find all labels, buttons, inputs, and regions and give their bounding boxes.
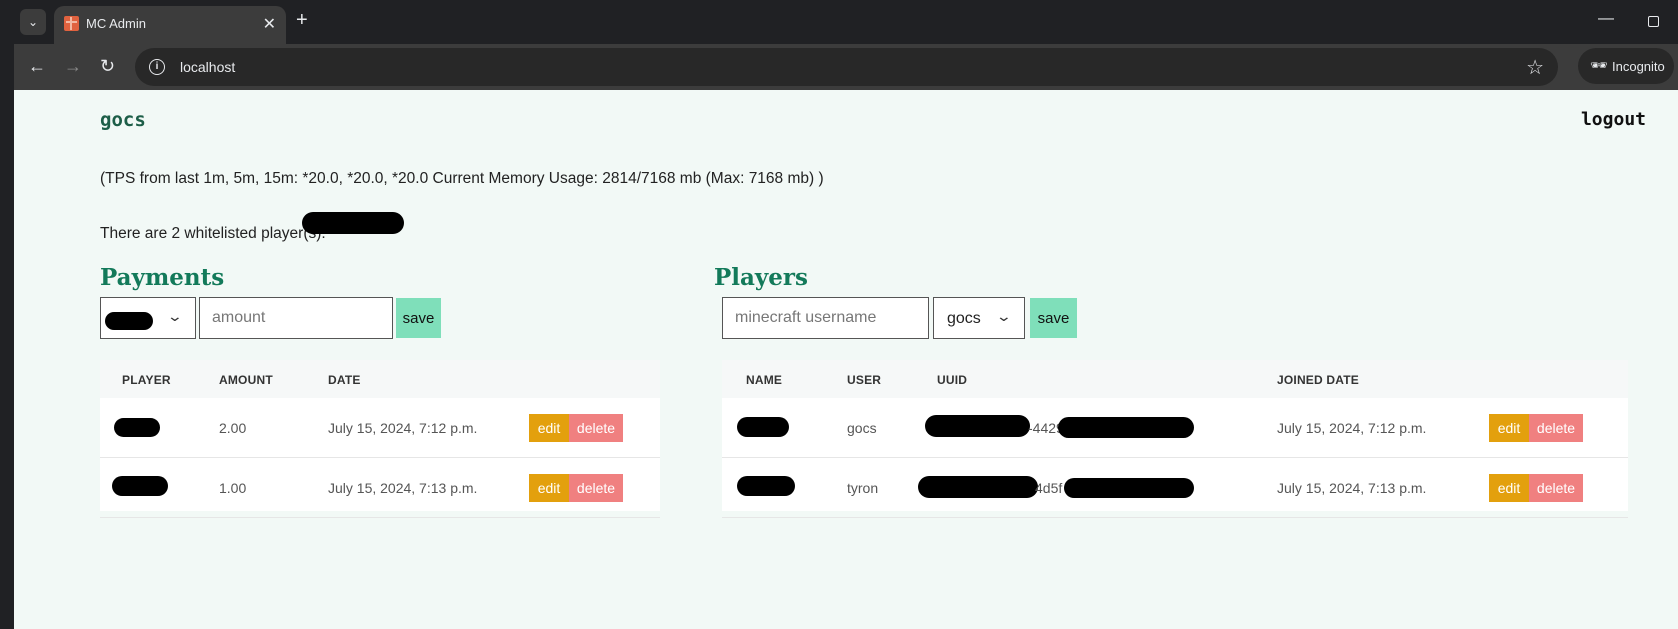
incognito-label: Incognito bbox=[1612, 59, 1665, 74]
payment-amount: 2.00 bbox=[219, 420, 247, 436]
redacted-player bbox=[105, 312, 153, 330]
selected-user: gocs bbox=[947, 310, 981, 327]
browser-tab-bar: ⌄ MC Admin ✕ + — bbox=[0, 0, 1678, 44]
tab-title: MC Admin bbox=[86, 16, 146, 31]
site-info-icon[interactable]: i bbox=[149, 59, 165, 75]
favicon-icon bbox=[64, 16, 79, 31]
incognito-icon: 🕶 bbox=[1590, 57, 1608, 73]
forward-icon[interactable]: → bbox=[64, 56, 82, 77]
table-row: tyron 4d5f July 15, 2024, 7:13 p.m. edit… bbox=[722, 458, 1628, 518]
delete-button[interactable]: delete bbox=[569, 414, 623, 442]
save-payment-button[interactable]: save bbox=[396, 298, 441, 338]
payments-table-header: PLAYER AMOUNT DATE bbox=[100, 360, 660, 398]
players-title: Players bbox=[714, 264, 808, 291]
column-header: NAME bbox=[746, 373, 783, 387]
reload-icon[interactable]: ↻ bbox=[100, 56, 115, 77]
close-tab-icon[interactable]: ✕ bbox=[263, 14, 276, 34]
amount-input[interactable] bbox=[199, 297, 393, 339]
chevron-down-icon: ⌄ bbox=[995, 308, 1013, 324]
logout-link[interactable]: logout bbox=[1581, 109, 1646, 130]
player-joined-date: July 15, 2024, 7:13 p.m. bbox=[1277, 480, 1427, 496]
maximize-icon[interactable] bbox=[1648, 16, 1659, 27]
redacted-uuid bbox=[918, 476, 1038, 498]
redacted-player bbox=[114, 418, 160, 437]
minecraft-username-input[interactable] bbox=[722, 297, 929, 339]
payment-player-select[interactable]: ⌄ bbox=[100, 297, 196, 339]
browser-toolbar: ← → ↻ i localhost ☆ 🕶 Incognito bbox=[14, 44, 1678, 90]
bookmark-star-icon[interactable]: ☆ bbox=[1526, 55, 1544, 80]
url-text[interactable]: localhost bbox=[180, 59, 235, 75]
table-row: 1.00 July 15, 2024, 7:13 p.m. edit delet… bbox=[100, 458, 660, 518]
server-stats: (TPS from last 1m, 5m, 15m: *20.0, *20.0… bbox=[100, 170, 824, 187]
table-row: gocs -4429 July 15, 2024, 7:12 p.m. edit… bbox=[722, 398, 1628, 458]
payments-title: Payments bbox=[100, 264, 225, 291]
column-header: USER bbox=[847, 373, 882, 387]
redacted-player bbox=[112, 476, 168, 496]
payment-amount: 1.00 bbox=[219, 480, 247, 496]
current-username[interactable]: gocs bbox=[100, 109, 146, 131]
payment-date: July 15, 2024, 7:12 p.m. bbox=[328, 420, 478, 436]
column-header: PLAYER bbox=[122, 373, 171, 387]
column-header: JOINED DATE bbox=[1277, 373, 1359, 387]
players-table: NAME USER UUID JOINED DATE gocs -4429 Ju… bbox=[722, 360, 1628, 518]
browser-tab[interactable]: MC Admin ✕ bbox=[54, 6, 286, 44]
column-header: DATE bbox=[328, 373, 361, 387]
edit-button[interactable]: edit bbox=[529, 474, 569, 502]
player-user-select[interactable]: gocs ⌄ bbox=[933, 297, 1025, 339]
delete-button[interactable]: delete bbox=[1529, 474, 1583, 502]
payment-date: July 15, 2024, 7:13 p.m. bbox=[328, 480, 478, 496]
column-header: UUID bbox=[937, 373, 968, 387]
players-table-header: NAME USER UUID JOINED DATE bbox=[722, 360, 1628, 398]
redacted-uuid bbox=[925, 415, 1030, 437]
delete-button[interactable]: delete bbox=[1529, 414, 1583, 442]
redacted-uuid bbox=[1064, 478, 1194, 498]
redacted-uuid bbox=[1058, 417, 1194, 438]
address-bar[interactable]: i localhost ☆ bbox=[135, 48, 1558, 86]
player-joined-date: July 15, 2024, 7:12 p.m. bbox=[1277, 420, 1427, 436]
uuid-fragment: 4d5f bbox=[1035, 480, 1063, 496]
table-row: 2.00 July 15, 2024, 7:12 p.m. edit delet… bbox=[100, 398, 660, 458]
payments-table: PLAYER AMOUNT DATE 2.00 July 15, 2024, 7… bbox=[100, 360, 660, 518]
player-user: tyron bbox=[847, 480, 879, 496]
player-user: gocs bbox=[847, 420, 877, 436]
minimize-icon[interactable]: — bbox=[1598, 10, 1614, 28]
column-header: AMOUNT bbox=[219, 373, 273, 387]
edit-button[interactable]: edit bbox=[529, 414, 569, 442]
edit-button[interactable]: edit bbox=[1489, 414, 1529, 442]
page-content: gocs logout (TPS from last 1m, 5m, 15m: … bbox=[14, 90, 1678, 629]
chevron-down-icon: ⌄ bbox=[166, 308, 184, 324]
redacted-whitelist-names bbox=[302, 212, 404, 234]
delete-button[interactable]: delete bbox=[569, 474, 623, 502]
incognito-badge[interactable]: 🕶 Incognito bbox=[1578, 48, 1674, 84]
redacted-name bbox=[737, 476, 795, 496]
new-tab-icon[interactable]: + bbox=[296, 9, 308, 32]
save-player-button[interactable]: save bbox=[1030, 298, 1077, 338]
back-icon[interactable]: ← bbox=[28, 56, 46, 77]
edit-button[interactable]: edit bbox=[1489, 474, 1529, 502]
redacted-name bbox=[737, 417, 789, 437]
tab-search-chevron-icon[interactable]: ⌄ bbox=[20, 9, 46, 35]
whitelist-summary: There are 2 whitelisted player(s): bbox=[100, 225, 326, 242]
